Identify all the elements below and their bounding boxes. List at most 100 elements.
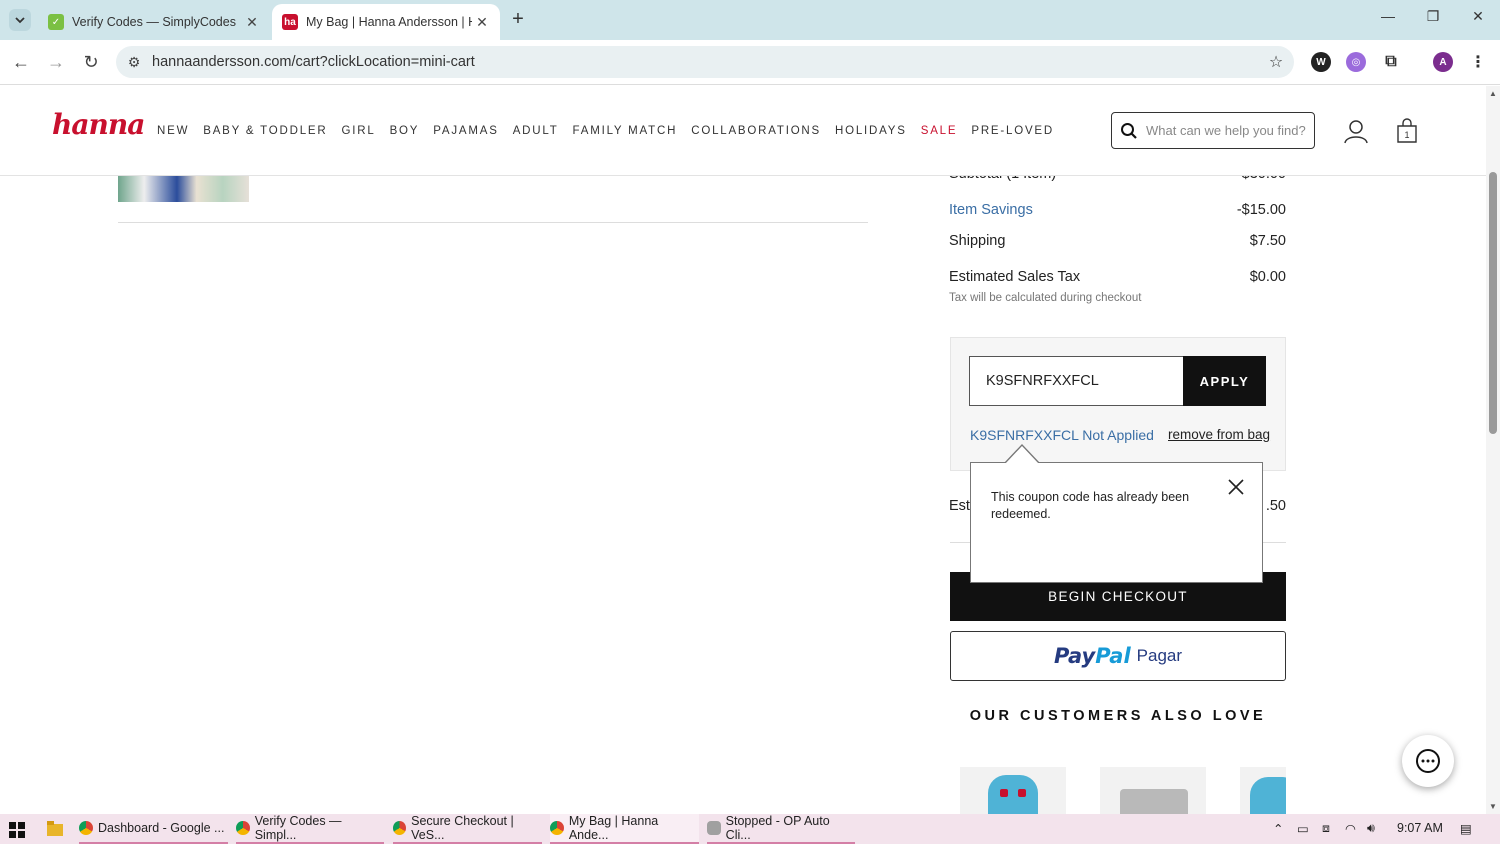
chrome-icon (393, 821, 407, 835)
browser-tabstrip: ✓ Verify Codes — SimplyCodes ✕ ha My Bag… (0, 0, 1500, 40)
close-icon[interactable] (1226, 477, 1246, 497)
taskbar-item-label: Verify Codes — Simpl... (254, 814, 342, 842)
restore-icon[interactable]: ❐ (1418, 8, 1448, 30)
tax-note: Tax will be calculated during checkout (949, 292, 1142, 304)
site-info-icon[interactable]: ⚙ (116, 54, 152, 71)
close-window-icon[interactable]: ✕ (1463, 8, 1493, 30)
tray-chevron-icon[interactable]: ⌃ (1273, 821, 1283, 836)
scroll-down-icon[interactable]: ▼ (1489, 802, 1497, 811)
chrome-icon (550, 821, 564, 835)
windows-start-icon[interactable] (9, 822, 25, 838)
mouse-icon (707, 821, 721, 835)
site-header: hanna NEW BABY & TODDLER GIRL BOY PAJAMA… (0, 86, 1486, 176)
nav-boy[interactable]: BOY (390, 125, 420, 137)
chat-bubble-icon (1416, 749, 1440, 773)
volume-icon[interactable]: 🔊︎ (1367, 821, 1375, 836)
bookmark-star-icon[interactable]: ☆ (1258, 52, 1294, 72)
search-input[interactable]: What can we help you find? (1146, 123, 1306, 138)
browser-tab-hanna[interactable]: ha My Bag | Hanna Andersson | Ha ✕ (272, 4, 500, 40)
shopping-bag-icon[interactable]: 1 (1395, 118, 1419, 144)
taskbar-item-label: Stopped - OP Auto Cli... (725, 814, 830, 842)
chrome-icon (79, 821, 93, 835)
paypal-pagar-label: Pagar (1136, 646, 1183, 665)
tab-title: My Bag | Hanna Andersson | Ha (306, 15, 472, 29)
shipping-label: Shipping (949, 233, 1006, 249)
browser-menu-icon[interactable]: ⋮ (1468, 52, 1488, 72)
close-tab-icon[interactable]: ✕ (472, 14, 492, 31)
reload-icon[interactable]: ↻ (79, 50, 103, 74)
tax-row: Estimated Sales Tax $0.00 (949, 269, 1286, 285)
taskbar-item-label: Dashboard - Google ... (98, 821, 225, 835)
file-explorer-icon[interactable] (47, 821, 63, 836)
nav-family-match[interactable]: FAMILY MATCH (573, 125, 678, 137)
device-icon[interactable]: ⧈ (1322, 821, 1330, 836)
chrome-icon (236, 821, 250, 835)
extension-w-icon[interactable]: W (1311, 52, 1331, 72)
tab-search-button[interactable] (9, 9, 31, 31)
taskbar-item-secure-checkout[interactable]: Secure Checkout | VeS... (393, 814, 542, 844)
promo-code-input[interactable]: K9SFNRFXXFCL (969, 356, 1184, 406)
coupon-error-popover: This coupon code has already been redeem… (970, 462, 1263, 583)
taskbar-item-dashboard[interactable]: Dashboard - Google ... (79, 814, 228, 844)
taskbar-item-verify-codes[interactable]: Verify Codes — Simpl... (236, 814, 384, 844)
profile-avatar[interactable]: A (1433, 52, 1453, 72)
page-scrollbar[interactable]: ▲ ▼ (1486, 86, 1500, 814)
battery-icon[interactable]: ▭ (1297, 821, 1309, 836)
recommendation-item[interactable] (960, 767, 1066, 815)
hanna-logo[interactable]: hanna (52, 108, 145, 141)
savings-label[interactable]: Item Savings (949, 202, 1033, 218)
shipping-row: Shipping $7.50 (949, 233, 1286, 249)
estimated-total-value: .50 (1265, 498, 1286, 514)
forward-arrow-icon[interactable]: → (44, 50, 68, 74)
url-text[interactable]: hannaandersson.com/cart?clickLocation=mi… (152, 54, 1258, 70)
scroll-thumb[interactable] (1489, 172, 1497, 434)
divider (118, 222, 868, 223)
recommendations-heading: OUR CUSTOMERS ALSO LOVE (969, 708, 1267, 724)
chat-button[interactable] (1402, 735, 1454, 787)
simplycodes-favicon-icon: ✓ (48, 14, 64, 30)
apply-button[interactable]: APPLY (1183, 356, 1266, 406)
promo-status-text[interactable]: K9SFNRFXXFCL Not Applied (970, 427, 1154, 443)
extensions-puzzle-icon[interactable]: ⧉ (1381, 52, 1401, 72)
nav-collaborations[interactable]: COLLABORATIONS (691, 125, 821, 137)
savings-value: -$15.00 (1236, 202, 1286, 218)
coupon-error-message: This coupon code has already been redeem… (991, 490, 1190, 521)
hanna-favicon-icon: ha (282, 14, 298, 30)
site-search[interactable]: What can we help you find? (1111, 112, 1315, 149)
nav-new[interactable]: NEW (157, 125, 189, 137)
address-bar[interactable]: ⚙ hannaandersson.com/cart?clickLocation=… (116, 46, 1294, 78)
browser-tab-simplycodes[interactable]: ✓ Verify Codes — SimplyCodes ✕ (38, 4, 270, 40)
recommendation-item[interactable] (1100, 767, 1206, 815)
shipping-value: $7.50 (1249, 233, 1286, 249)
taskbar-item-auto-clicker[interactable]: Stopped - OP Auto Cli... (707, 814, 855, 844)
notifications-icon[interactable]: ▤ (1460, 821, 1472, 836)
nav-pajamas[interactable]: PAJAMAS (433, 125, 498, 137)
recommendation-item[interactable] (1240, 767, 1286, 815)
tax-label: Estimated Sales Tax (949, 269, 1081, 285)
nav-sale[interactable]: SALE (921, 125, 958, 137)
wifi-icon[interactable]: ◠ (1345, 821, 1356, 836)
windows-taskbar: Dashboard - Google ... Verify Codes — Si… (0, 814, 1500, 844)
taskbar-item-label: Secure Checkout | VeS... (411, 814, 514, 842)
bag-count: 1 (1404, 130, 1409, 140)
nav-pre-loved[interactable]: PRE-LOVED (971, 125, 1054, 137)
browser-toolbar: ← → ↻ ⚙ hannaandersson.com/cart?clickLoc… (0, 40, 1500, 85)
minimize-icon[interactable]: — (1373, 8, 1403, 30)
search-icon (1112, 122, 1146, 140)
nav-girl[interactable]: GIRL (342, 125, 376, 137)
extension-purple-icon[interactable]: ◎ (1346, 52, 1366, 72)
scroll-up-icon[interactable]: ▲ (1489, 89, 1497, 98)
taskbar-item-my-bag[interactable]: My Bag | Hanna Ande... (550, 814, 699, 844)
clock-time[interactable]: 9:07 AM (1397, 821, 1443, 835)
nav-baby-toddler[interactable]: BABY & TODDLER (203, 125, 327, 137)
nav-holidays[interactable]: HOLIDAYS (835, 125, 907, 137)
close-tab-icon[interactable]: ✕ (242, 14, 262, 31)
account-icon[interactable] (1343, 118, 1369, 144)
new-tab-button[interactable]: + (508, 9, 528, 31)
remove-from-bag-link[interactable]: remove from bag (1168, 427, 1270, 442)
chevron-down-icon (15, 17, 25, 24)
nav-adult[interactable]: ADULT (513, 125, 559, 137)
back-arrow-icon[interactable]: ← (9, 50, 33, 74)
taskbar-item-label: My Bag | Hanna Ande... (568, 814, 659, 842)
paypal-button[interactable]: Pay Pal Pagar (950, 631, 1286, 681)
